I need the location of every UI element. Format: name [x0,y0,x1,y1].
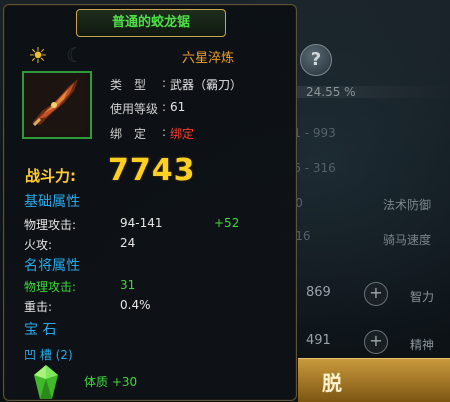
sun-icon: ☀ [28,44,48,69]
socket-count: 凹 槽 (2) [24,348,73,362]
type-value: 武器（霸刀） [170,78,243,92]
plus-icon[interactable]: + [364,282,388,306]
gem-stat: 体质 +30 [84,375,138,389]
action-button-label: 脱 [322,371,342,395]
stat-bonus: +52 [214,216,240,230]
bind-value: 绑定 [170,127,195,141]
mount-speed-label: 骑马速度 [383,233,432,247]
experience-percent: 24.55 % [306,85,356,99]
wisdom-label: 智力 [410,290,435,304]
spirit-label: 精神 [410,338,435,352]
help-icon[interactable]: ? [300,44,332,76]
weapon-icon [24,73,86,133]
level-req-value: 61 [170,100,186,114]
stat-name: 物理攻击: [24,280,77,294]
stat-491: 491 [306,333,331,348]
stat-name: 物理攻击: [24,218,77,232]
stat-value: 31 [120,278,136,292]
action-button[interactable]: 脱 [298,358,450,402]
item-title: 普通的蛟龙锯 [76,9,226,37]
item-tooltip: 普通的蛟龙锯 ☀ ☾ 六星淬炼 类 型 : 武器（霸刀） 使用等级 : 61 绑… [3,4,297,401]
gem-icon [34,365,58,399]
plus-icon[interactable]: + [364,330,388,354]
famous-attributes-heading: 名将属性 [24,258,80,274]
magic-defense-label: 法术防御 [383,198,432,212]
combat-power-label: 战斗力: [25,167,76,185]
refine-level: 六星淬炼 [182,51,235,66]
weapon-item-icon[interactable] [22,71,92,139]
base-attributes-heading: 基础属性 [24,194,80,210]
stat-869: 869 [306,285,331,300]
gems-heading: 宝 石 [24,322,57,338]
stat-name: 重击: [24,300,53,314]
type-label: 类 型 [110,78,147,92]
stat-value: 94-141 [120,216,163,230]
moon-icon: ☾ [66,43,84,67]
bind-label: 绑 定 [110,127,147,141]
stat-value: 0.4% [120,298,151,312]
stat-name: 火攻: [24,238,53,252]
stat-value: 24 [120,236,136,250]
combat-power-value: 7743 [108,153,196,188]
level-req-label: 使用等级 [110,102,159,116]
